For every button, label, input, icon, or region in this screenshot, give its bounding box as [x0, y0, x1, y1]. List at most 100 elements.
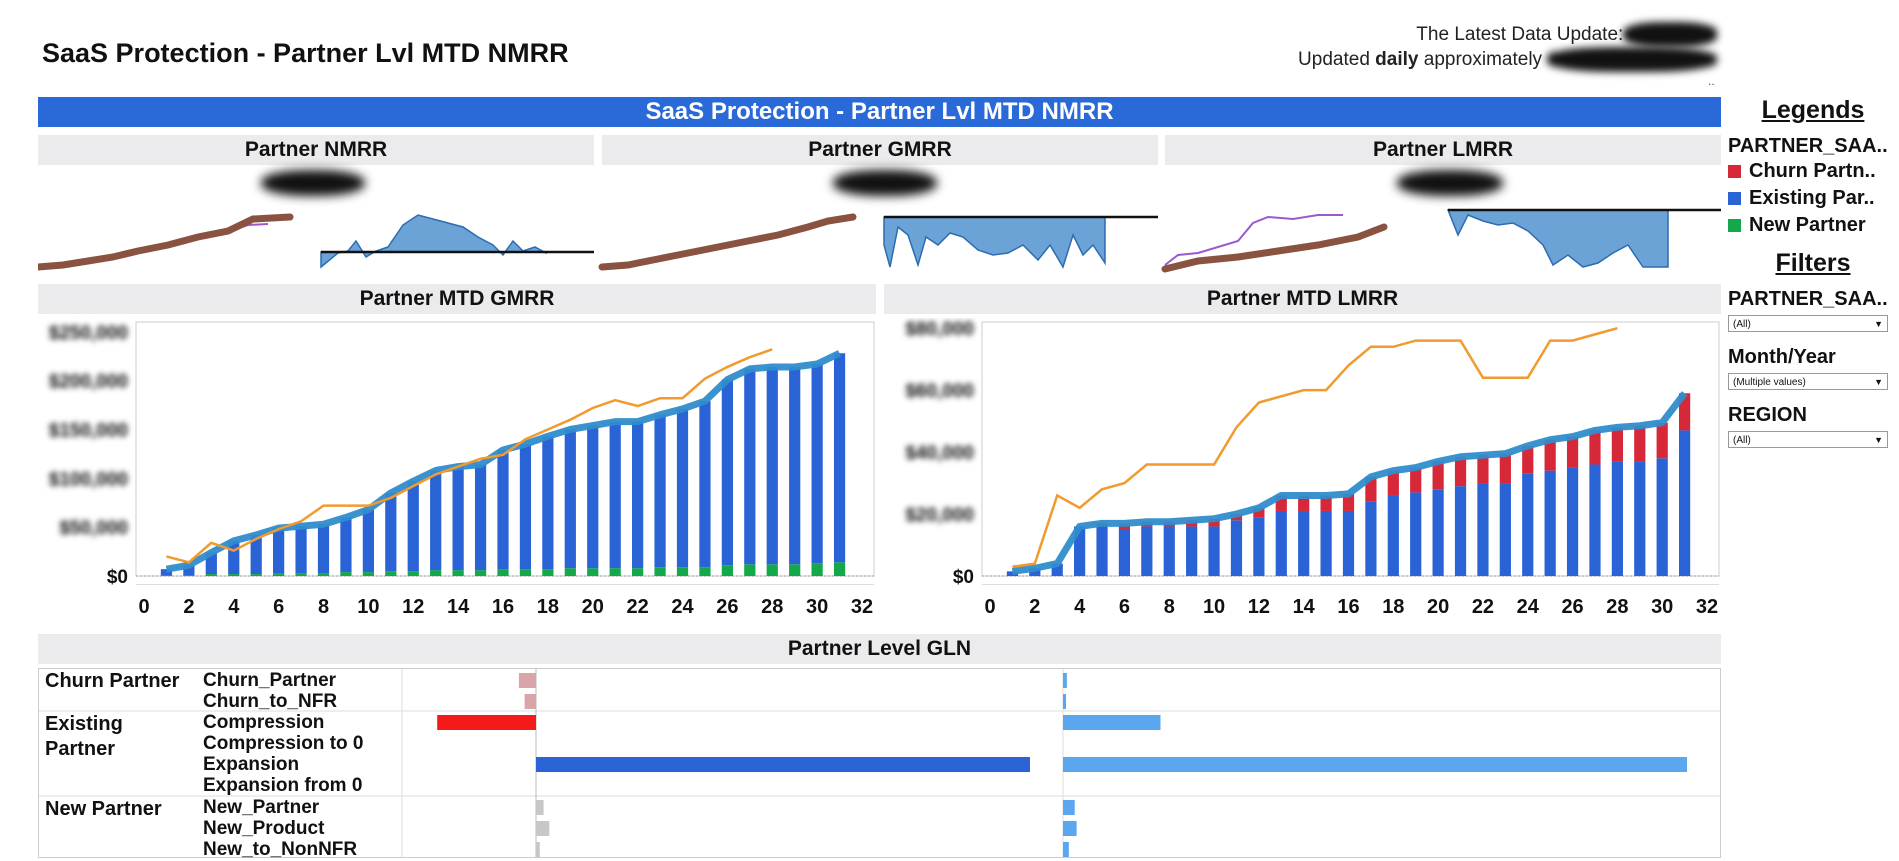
gln-right-bar [1063, 673, 1067, 688]
new-swatch [1728, 219, 1741, 232]
bar-segment [542, 569, 554, 576]
filter-select-month[interactable]: (Multiple values) ▼ [1728, 373, 1888, 390]
filters-heading: Filters [1775, 249, 1851, 277]
bar-segment [385, 492, 397, 572]
gmrr-chart: $250,000 $200,000 $150,000 $100,000 $50,000 $… [49, 321, 875, 618]
x-tick-label: 26 [716, 596, 738, 618]
gln-table: Churn Partner Existing Partner New Partn… [38, 668, 1721, 860]
x-tick-label: 20 [582, 596, 604, 618]
kpi-sparklines [38, 208, 1721, 273]
bar-segment [699, 567, 711, 576]
bar-segment [1477, 483, 1489, 576]
y-tick-label: $100,000 [49, 469, 128, 490]
bar-segment [766, 366, 778, 565]
more-ellipsis: .. [1708, 74, 1715, 88]
gln-right-bar [1063, 842, 1069, 857]
x-tick-label: 30 [1651, 596, 1673, 618]
bar-segment [766, 564, 778, 576]
bar-segment [1230, 520, 1243, 576]
bar-segment [1499, 453, 1511, 484]
x-tick-label: 10 [357, 596, 379, 618]
bar-segment [1410, 492, 1422, 576]
bar-segment [1342, 510, 1355, 576]
y-tick-label: $80,000 [905, 319, 974, 340]
bar-segment [295, 573, 307, 576]
gln-right-bar [1063, 800, 1075, 815]
y-tick-label: $200,000 [49, 372, 128, 393]
gln-right-bar [1063, 694, 1066, 709]
y-tick-label: $150,000 [49, 420, 128, 441]
axis-divider [136, 584, 874, 585]
bar-segment [273, 573, 285, 576]
x-tick-label: 8 [1164, 596, 1175, 618]
x-tick-label: 16 [1337, 596, 1359, 618]
legend-item-existing[interactable]: Existing Par.. [1728, 185, 1898, 212]
y-tick-label: $60,000 [905, 381, 974, 402]
filter-label-region: REGION [1728, 404, 1807, 426]
bar-segment [721, 565, 733, 576]
bar-segment [654, 414, 666, 568]
gmrr-area-sparkline [883, 215, 1158, 269]
x-tick-label: 4 [1074, 596, 1086, 618]
bar-segment [744, 368, 756, 565]
x-tick-label: 0 [984, 596, 995, 618]
bar-segment [385, 571, 397, 576]
bar-segment [632, 421, 644, 569]
x-tick-label: 24 [1517, 596, 1540, 618]
gln-left-bar [536, 821, 550, 836]
gln-right-bar [1063, 715, 1161, 730]
bar-segment [1096, 526, 1108, 576]
bar-segment [833, 353, 846, 563]
filter-select-region[interactable]: (All) ▼ [1728, 431, 1888, 448]
legend-heading: Legends [1761, 96, 1865, 124]
kpi-value-lmrr: ($58,782) [1360, 170, 1540, 196]
bar-segment [183, 575, 195, 576]
x-tick-label: 2 [1029, 596, 1040, 618]
bar-segment [564, 429, 576, 569]
x-tick-label: 20 [1427, 596, 1449, 618]
kpi-title-nmrr: Partner NMRR [38, 135, 594, 165]
x-tick-label: 2 [183, 596, 194, 618]
kpi-value-nmrr: $179,576 [228, 170, 398, 196]
x-tick-label: 28 [761, 596, 783, 618]
bar-segment [1678, 430, 1691, 576]
bar-segment [1566, 467, 1579, 576]
bar-segment [430, 470, 442, 571]
bar-segment [833, 562, 846, 576]
y-tick-label: $0 [953, 567, 974, 588]
x-tick-label: 12 [402, 596, 424, 618]
bar-segment [497, 449, 509, 570]
chevron-down-icon: ▼ [1874, 377, 1883, 387]
x-tick-label: 6 [1119, 596, 1130, 618]
existing-swatch [1728, 192, 1741, 205]
bar-segment [1477, 455, 1489, 484]
bar-segment [228, 574, 240, 576]
legend-item-churn[interactable]: Churn Partn.. [1728, 158, 1898, 185]
bar-segment [1589, 464, 1601, 576]
x-tick-label: 0 [138, 596, 149, 618]
filter-select-partner[interactable]: (All) ▼ [1728, 315, 1888, 332]
gln-left-bar [524, 694, 536, 709]
legend-item-new[interactable]: New Partner [1728, 212, 1898, 239]
bar-segment [1522, 473, 1534, 576]
x-tick-label: 32 [1696, 596, 1718, 618]
x-tick-label: 12 [1248, 596, 1270, 618]
gln-right-bar [1063, 757, 1687, 772]
bar-segment [430, 570, 442, 576]
bar-segment [1611, 461, 1623, 576]
redacted-time: 11 AM Eastern Time [1547, 47, 1717, 72]
bar-segment [340, 517, 352, 573]
gmrr-trend-sparkline [598, 213, 857, 271]
gln-left-bar [536, 842, 540, 857]
gln-left-bar [518, 673, 536, 688]
bar-segment [295, 526, 307, 574]
chevron-down-icon: ▼ [1874, 435, 1883, 445]
bar-segment [497, 569, 509, 576]
bar-segment [609, 421, 621, 569]
bar-segment [1454, 486, 1467, 576]
gln-left-bar [437, 715, 536, 730]
bar-segment [1298, 510, 1310, 576]
x-tick-label: 30 [806, 596, 828, 618]
bar-segment [1611, 427, 1623, 462]
bar-segment [1589, 430, 1601, 465]
